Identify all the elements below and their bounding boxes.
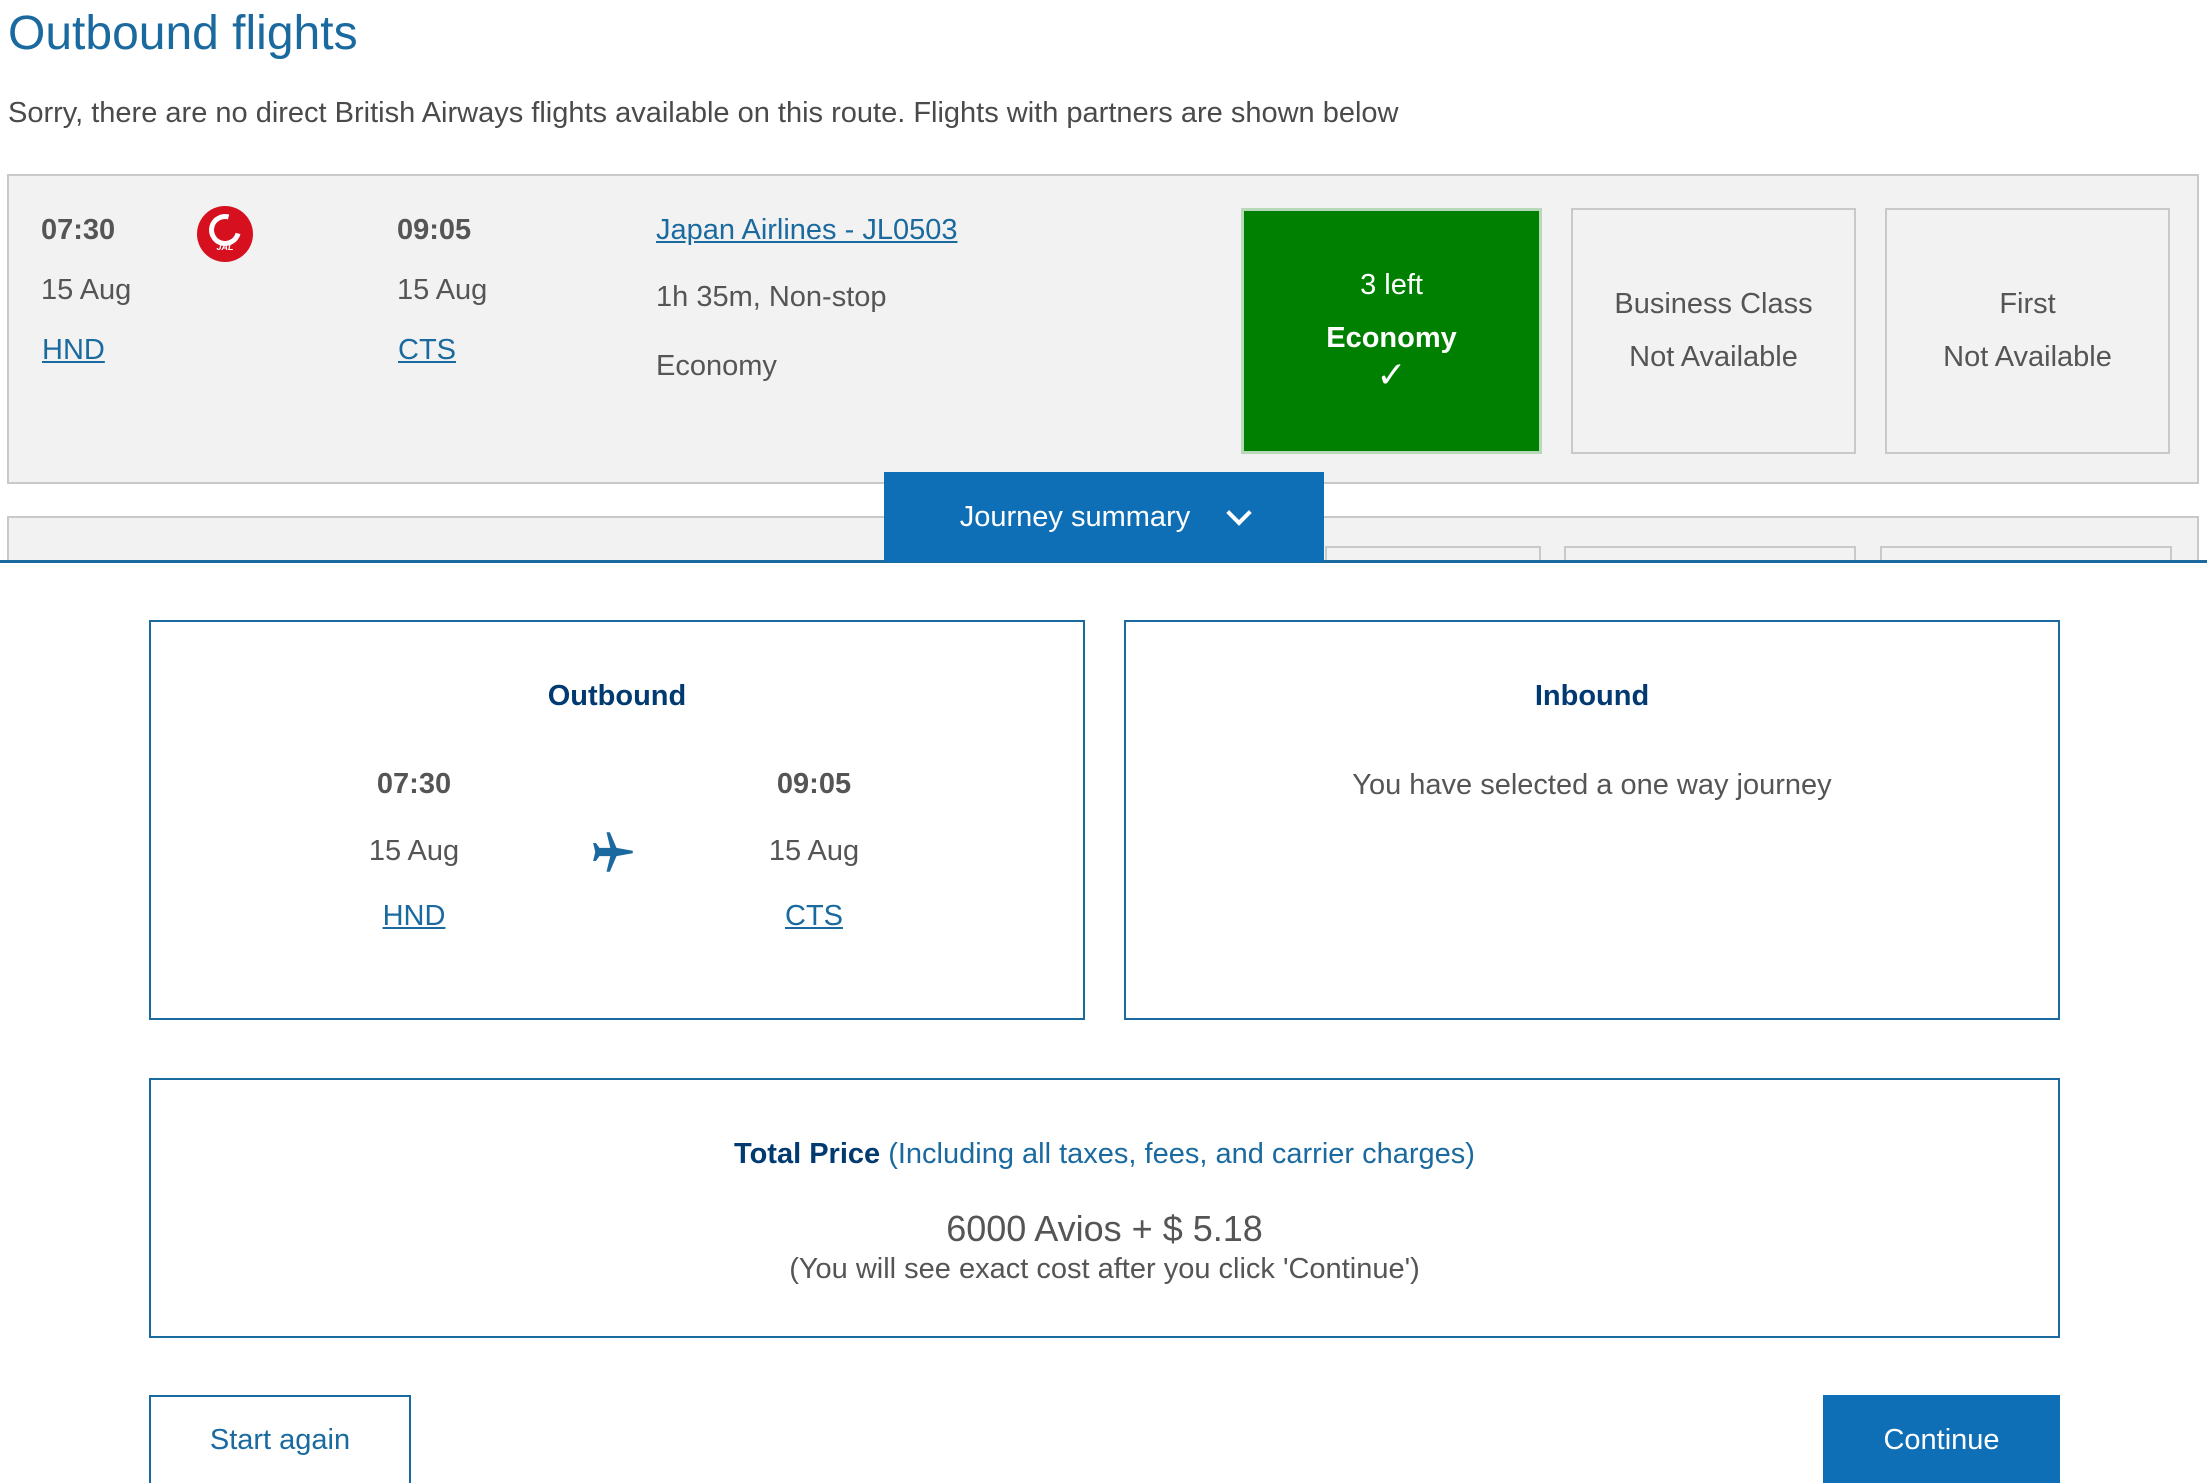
arrive-time: 09:05	[397, 214, 472, 246]
outbound-arrive-airport-link[interactable]: CTS	[785, 900, 843, 933]
journey-summary-toggle[interactable]: Journey summary	[884, 472, 1324, 562]
business-status: Not Available	[1629, 341, 1798, 373]
flight-duration: 1h 35m, Non-stop	[656, 281, 887, 313]
airline-flight-link[interactable]: Japan Airlines - JL0503	[656, 214, 957, 247]
chevron-down-icon	[1226, 500, 1252, 526]
inbound-message: You have selected a one way journey	[1352, 769, 1832, 801]
total-price-amount: 6000 Avios + $ 5.18	[946, 1208, 1263, 1249]
outbound-depart-date: 15 Aug	[368, 835, 460, 867]
inbound-title: Inbound	[1534, 680, 1650, 712]
outbound-summary-box: Outbound 07:30 15 Aug HND 09:05 15 Aug C…	[149, 620, 1085, 1020]
economy-label: Economy	[1326, 322, 1457, 354]
outbound-arrive-date: 15 Aug	[768, 835, 860, 867]
continue-button[interactable]: Continue	[1823, 1395, 2060, 1483]
business-fare-cell: Business Class Not Available	[1571, 208, 1856, 454]
first-label: First	[1999, 288, 2056, 320]
total-price-box: Total Price (Including all taxes, fees, …	[149, 1078, 2060, 1338]
depart-airport-link[interactable]: HND	[42, 334, 105, 367]
economy-fare-button[interactable]: 3 left Economy ✓	[1241, 208, 1542, 454]
start-again-button[interactable]: Start again	[149, 1395, 411, 1483]
total-price-qualifier: (Including all taxes, fees, and carrier …	[888, 1138, 1475, 1170]
page-title: Outbound flights	[8, 7, 358, 60]
first-status: Not Available	[1943, 341, 2112, 373]
outbound-depart-time: 07:30	[376, 768, 452, 800]
arrive-airport-link[interactable]: CTS	[398, 334, 456, 367]
outbound-arrive: 09:05 15 Aug CTS	[714, 768, 914, 933]
outbound-arrive-time: 09:05	[776, 768, 852, 800]
total-price-note: (You will see exact cost after you click…	[789, 1253, 1420, 1285]
seats-left: 3 left	[1360, 269, 1423, 301]
flight-cabin: Economy	[656, 350, 777, 382]
check-icon: ✓	[1376, 354, 1407, 395]
depart-time: 07:30	[41, 214, 116, 246]
flight-result-card: 07:30 15 Aug HND JAL 09:05 15 Aug CTS Ja…	[7, 174, 2199, 484]
arrive-date: 15 Aug	[397, 274, 488, 306]
first-fare-cell: First Not Available	[1885, 208, 2170, 454]
outbound-depart: 07:30 15 Aug HND	[314, 768, 514, 933]
depart-date: 15 Aug	[41, 274, 132, 306]
journey-summary-label: Journey summary	[959, 500, 1191, 533]
total-price-label: Total Price	[734, 1138, 881, 1170]
route-notice: Sorry, there are no direct British Airwa…	[8, 97, 1399, 129]
outbound-title: Outbound	[547, 680, 687, 712]
total-price-heading: Total Price (Including all taxes, fees, …	[151, 1138, 2058, 1171]
outbound-depart-airport-link[interactable]: HND	[383, 900, 446, 933]
jal-logo-icon: JAL	[197, 206, 253, 262]
airplane-icon	[593, 832, 633, 872]
business-label: Business Class	[1614, 288, 1813, 320]
inbound-summary-box: Inbound You have selected a one way jour…	[1124, 620, 2060, 1020]
